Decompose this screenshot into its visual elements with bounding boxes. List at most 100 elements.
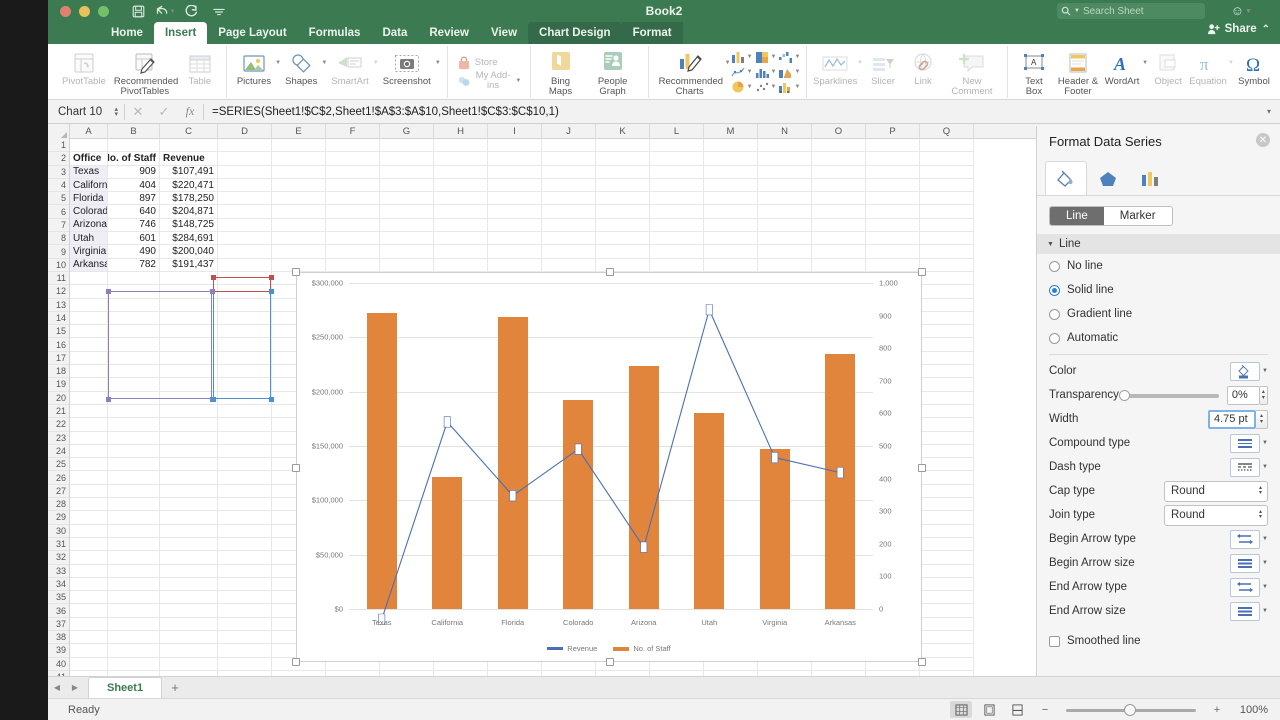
cell-A6[interactable]: Colorado	[70, 205, 108, 218]
cell-I4[interactable]	[488, 179, 542, 192]
color-swatch-box[interactable]	[1230, 362, 1260, 381]
cell-Q38[interactable]	[920, 631, 974, 644]
cell-M6[interactable]	[704, 205, 758, 218]
cell-I5[interactable]	[488, 192, 542, 205]
cell-G9[interactable]	[380, 245, 434, 258]
sparklines-button[interactable]: Sparklines	[813, 46, 857, 98]
cell-C33[interactable]	[160, 565, 218, 578]
cell-D17[interactable]	[218, 352, 272, 365]
header-footer-button[interactable]: Header & Footer	[1054, 46, 1102, 98]
cell-F4[interactable]	[326, 179, 380, 192]
cell-A5[interactable]: Florida	[70, 192, 108, 205]
cell-K8[interactable]	[596, 232, 650, 245]
chart-resize-handle-nw[interactable]	[292, 268, 300, 276]
cell-B39[interactable]	[108, 644, 160, 657]
cell-B11[interactable]	[108, 272, 160, 285]
cell-B13[interactable]	[108, 299, 160, 312]
transparency-input[interactable]: 0%	[1227, 386, 1260, 405]
cell-C24[interactable]	[160, 445, 218, 458]
cell-B31[interactable]	[108, 538, 160, 551]
search-dropdown-arrow[interactable]: ▼	[1074, 8, 1080, 14]
cell-A1[interactable]	[70, 139, 108, 152]
cell-F2[interactable]	[326, 152, 380, 165]
cell-A33[interactable]	[70, 565, 108, 578]
confirm-formula-icon[interactable]: ✓	[151, 104, 177, 120]
column-header-a[interactable]: A	[70, 124, 108, 139]
cell-A15[interactable]	[70, 325, 108, 338]
cell-B5[interactable]: 897	[108, 192, 160, 205]
row-header-20[interactable]: 20	[48, 392, 69, 405]
cell-N9[interactable]	[758, 245, 812, 258]
cell-J4[interactable]	[542, 179, 596, 192]
cell-B29[interactable]	[108, 511, 160, 524]
cell-D29[interactable]	[218, 511, 272, 524]
cell-B25[interactable]	[108, 458, 160, 471]
row-header-26[interactable]: 26	[48, 471, 69, 484]
chart-resize-handle-n[interactable]	[606, 268, 614, 276]
cell-J8[interactable]	[542, 232, 596, 245]
row-header-27[interactable]: 27	[48, 485, 69, 498]
close-icon[interactable]: ✕	[1256, 133, 1270, 147]
cell-P7[interactable]	[866, 219, 920, 232]
data-point-arkansas[interactable]	[837, 467, 843, 477]
cell-Q2[interactable]	[920, 152, 974, 165]
row-header-11[interactable]: 11	[48, 272, 69, 285]
data-point-california[interactable]	[444, 417, 450, 427]
arrow-type-icon[interactable]	[1230, 530, 1260, 549]
cell-Q18[interactable]	[920, 365, 974, 378]
cell-D32[interactable]	[218, 551, 272, 564]
cell-A36[interactable]	[70, 604, 108, 617]
cell-G6[interactable]	[380, 205, 434, 218]
cell-J2[interactable]	[542, 152, 596, 165]
cell-B9[interactable]: 490	[108, 245, 160, 258]
screenshot-button[interactable]: Screenshot	[379, 46, 435, 98]
row-header-16[interactable]: 16	[48, 338, 69, 351]
cell-B7[interactable]: 746	[108, 219, 160, 232]
cell-J7[interactable]	[542, 219, 596, 232]
cell-D30[interactable]	[218, 525, 272, 538]
cell-K5[interactable]	[596, 192, 650, 205]
cell-A26[interactable]	[70, 471, 108, 484]
statistic-chart-button[interactable]: ▼	[755, 65, 777, 79]
row-header-8[interactable]: 8	[48, 232, 69, 245]
cell-Q20[interactable]	[920, 392, 974, 405]
cell-B3[interactable]: 909	[108, 166, 160, 179]
tab-view[interactable]: View	[480, 22, 528, 44]
cell-B12[interactable]	[108, 285, 160, 298]
row-header-3[interactable]: 3	[48, 166, 69, 179]
zoom-slider[interactable]	[1066, 704, 1196, 716]
join-type-select[interactable]: Round ▴▾	[1164, 505, 1268, 526]
sheet-tab-sheet1[interactable]: Sheet1	[88, 677, 162, 698]
cell-J3[interactable]	[542, 166, 596, 179]
column-chart-button[interactable]: ▼	[731, 50, 753, 64]
cell-Q10[interactable]	[920, 259, 974, 272]
cell-Q6[interactable]	[920, 205, 974, 218]
cell-D34[interactable]	[218, 578, 272, 591]
data-point-colorado[interactable]	[575, 444, 581, 454]
selection-handle[interactable]	[106, 289, 111, 294]
smoothed-line-checkbox[interactable]	[1049, 636, 1060, 647]
arrow-type-icon[interactable]	[1230, 578, 1260, 597]
cell-E1[interactable]	[272, 139, 326, 152]
equation-button[interactable]: π Equation	[1188, 46, 1228, 98]
cell-Q5[interactable]	[920, 192, 974, 205]
chart-object[interactable]: $0$50,000$100,000$150,000$200,000$250,00…	[296, 272, 922, 662]
row-header-33[interactable]: 33	[48, 565, 69, 578]
cell-B24[interactable]	[108, 445, 160, 458]
cell-D1[interactable]	[218, 139, 272, 152]
column-header-c[interactable]: C	[160, 124, 218, 139]
data-point-utah[interactable]	[706, 304, 712, 314]
column-header-p[interactable]: P	[866, 124, 920, 139]
cell-I3[interactable]	[488, 166, 542, 179]
cell-C19[interactable]	[160, 378, 218, 391]
cell-H6[interactable]	[434, 205, 488, 218]
zoom-knob[interactable]	[1124, 704, 1136, 716]
cell-A18[interactable]	[70, 365, 108, 378]
begin-arrow-type-dropdown[interactable]: ▼	[1230, 530, 1268, 549]
cell-E8[interactable]	[272, 232, 326, 245]
cell-C28[interactable]	[160, 498, 218, 511]
cell-D33[interactable]	[218, 565, 272, 578]
tab-insert[interactable]: Insert	[154, 22, 207, 44]
cell-C21[interactable]	[160, 405, 218, 418]
cell-G10[interactable]	[380, 259, 434, 272]
